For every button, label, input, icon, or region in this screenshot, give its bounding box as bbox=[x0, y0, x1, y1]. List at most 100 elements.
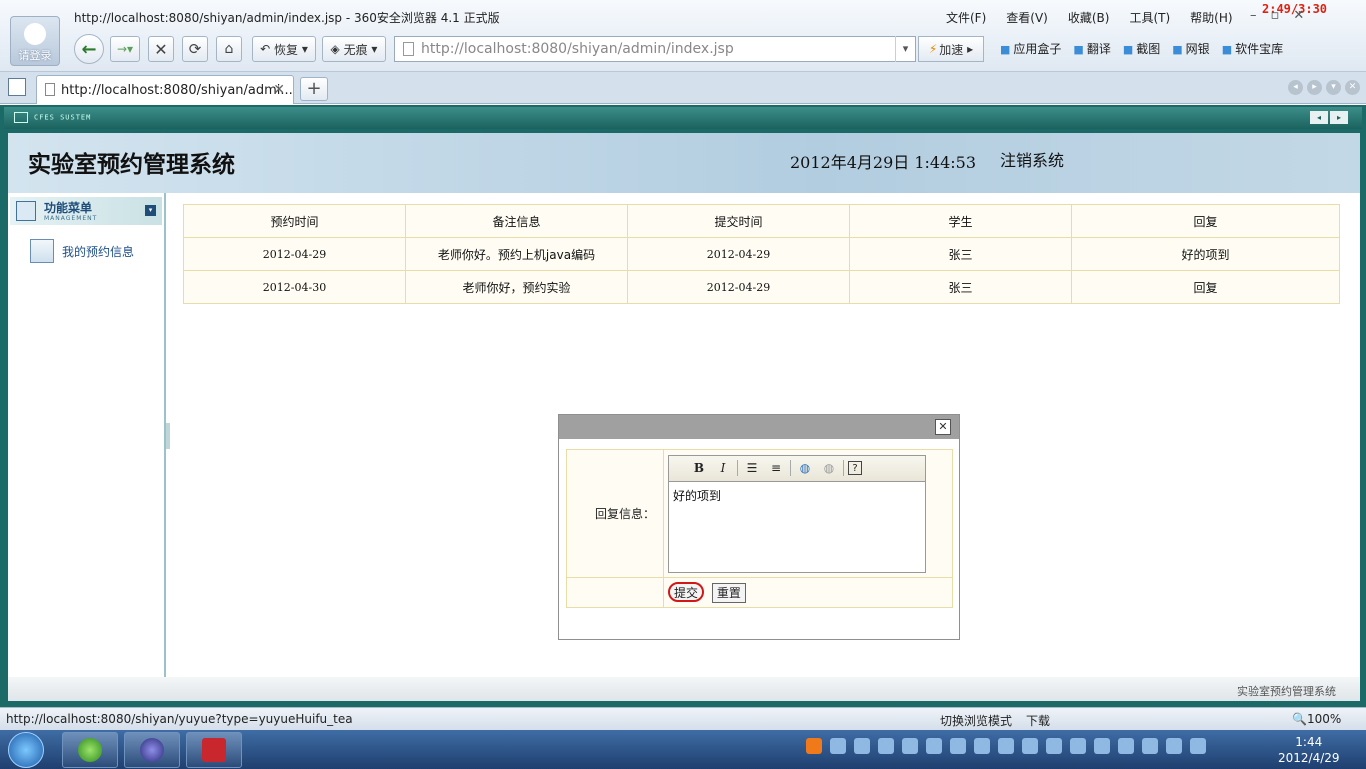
unordered-list-icon[interactable]: ≡ bbox=[766, 458, 786, 478]
tray-icon[interactable] bbox=[950, 738, 966, 754]
tab-strip: http://localhost:8080/shiyan/admi... ✕ +… bbox=[0, 72, 1366, 104]
status-url: http://localhost:8080/shiyan/yuyue?type=… bbox=[6, 712, 353, 726]
italic-icon[interactable]: I bbox=[713, 458, 733, 478]
tray-icon[interactable] bbox=[902, 738, 918, 754]
right-arrow-icon[interactable]: ▸ bbox=[1330, 111, 1348, 124]
tray-icon[interactable] bbox=[1118, 738, 1134, 754]
dialog-close-icon[interactable]: ✕ bbox=[935, 419, 951, 435]
traceless-button[interactable]: ◈ 无痕 ▾ bbox=[322, 36, 386, 62]
tray-icon[interactable] bbox=[1142, 738, 1158, 754]
login-label: 请登录 bbox=[18, 49, 52, 62]
download-button[interactable]: 下载 bbox=[1026, 712, 1050, 729]
speed-button[interactable]: ⚡ 加速 ▸ bbox=[918, 36, 984, 62]
tab-active[interactable]: http://localhost:8080/shiyan/admi... ✕ bbox=[36, 75, 294, 104]
toolbar-divider bbox=[843, 460, 844, 476]
arrow-left-icon: ← bbox=[81, 38, 97, 60]
tray-icon[interactable] bbox=[878, 738, 894, 754]
address-dropdown-icon[interactable]: ▾ bbox=[895, 36, 915, 62]
bank-button[interactable]: 网银 bbox=[1172, 40, 1210, 57]
submit-button[interactable]: 提交 bbox=[668, 582, 705, 602]
tab-prev-icon[interactable]: ◂ bbox=[1288, 80, 1303, 95]
reset-button[interactable]: 重置 bbox=[711, 583, 746, 603]
taskbar-clock[interactable]: 1:44 2012/4/29 bbox=[1278, 734, 1340, 766]
sidebar: 功能菜单 MANAGEMENT ▾ 我的预约信息 bbox=[8, 193, 166, 677]
app-box-button[interactable]: 应用盒子 bbox=[1000, 40, 1061, 57]
forward-button[interactable]: →▾ bbox=[110, 36, 140, 62]
screenshot-button[interactable]: 截图 bbox=[1123, 40, 1160, 57]
tray-icon[interactable] bbox=[1022, 738, 1038, 754]
app-header: 实验室预约管理系统 2012年4月29日 1:44:53 注销系统 bbox=[8, 133, 1360, 193]
user-icon bbox=[24, 23, 46, 45]
tab-next-icon[interactable]: ▸ bbox=[1307, 80, 1322, 95]
translate-button[interactable]: 翻译 bbox=[1073, 40, 1111, 57]
minimize-icon[interactable]: – bbox=[1250, 8, 1257, 23]
toolbar-divider bbox=[790, 460, 791, 476]
close-icon[interactable]: ✕ bbox=[1293, 8, 1304, 23]
reply-form: 回复信息： B I ☰ ≡ ◍ ◍ ? 好的项到 提交 重置 bbox=[566, 449, 953, 608]
system-brand: CFES SUSTEM bbox=[14, 112, 91, 123]
switch-mode-button[interactable]: 切换浏览模式 bbox=[940, 712, 1012, 729]
menu-file[interactable]: 文件(F) bbox=[946, 9, 986, 26]
volume-icon[interactable] bbox=[1190, 738, 1206, 754]
start-button[interactable] bbox=[8, 732, 44, 768]
home-button[interactable]: ⌂ bbox=[216, 36, 242, 62]
help-icon[interactable]: ? bbox=[848, 461, 862, 475]
bold-icon[interactable]: B bbox=[689, 458, 709, 478]
reply-link[interactable]: 回复 bbox=[1071, 270, 1340, 304]
tray-icon[interactable] bbox=[830, 738, 846, 754]
stop-button[interactable]: ✕ bbox=[148, 36, 174, 62]
page-title: 实验室预约管理系统 bbox=[28, 151, 235, 178]
tab-list-icon[interactable]: ▾ bbox=[1326, 80, 1341, 95]
status-tools: 切换浏览模式 下载 bbox=[940, 712, 1050, 729]
zoom-level[interactable]: 🔍100% bbox=[1292, 712, 1341, 726]
ordered-list-icon[interactable]: ☰ bbox=[742, 458, 762, 478]
left-arrow-icon[interactable]: ◂ bbox=[1310, 111, 1328, 124]
taskbar-toolbox[interactable] bbox=[186, 732, 242, 768]
remove-link-icon[interactable]: ◍ bbox=[819, 458, 839, 478]
menu-help[interactable]: 帮助(H) bbox=[1190, 9, 1232, 26]
tab-close-all-icon[interactable]: ✕ bbox=[1345, 80, 1360, 95]
software-store-button[interactable]: 软件宝库 bbox=[1222, 40, 1283, 57]
maximize-icon[interactable]: ▫ bbox=[1271, 8, 1280, 23]
sidebar-heading: 功能菜单 bbox=[44, 201, 93, 215]
refresh-button[interactable]: ⟳ bbox=[182, 36, 208, 62]
login-avatar[interactable]: 请登录 bbox=[10, 16, 60, 66]
eclipse-icon bbox=[140, 738, 164, 762]
tray-icon[interactable] bbox=[1046, 738, 1062, 754]
tray-icon[interactable] bbox=[998, 738, 1014, 754]
system-arrows: ◂ ▸ bbox=[1310, 111, 1348, 124]
sidebar-header: 功能菜单 MANAGEMENT ▾ bbox=[10, 197, 162, 225]
taskbar-eclipse[interactable] bbox=[124, 732, 180, 768]
address-bar[interactable]: http://localhost:8080/shiyan/admin/index… bbox=[394, 36, 916, 62]
app-footer: 实验室预约管理系统 bbox=[8, 677, 1360, 701]
insert-link-icon[interactable]: ◍ bbox=[795, 458, 815, 478]
editor-content[interactable]: 好的项到 bbox=[669, 482, 925, 509]
menu-view[interactable]: 查看(V) bbox=[1006, 9, 1048, 26]
tray-icon[interactable] bbox=[1166, 738, 1182, 754]
cell-reserve-time: 2012-04-30 bbox=[183, 270, 406, 304]
restore-button[interactable]: ↶ 恢复 ▾ bbox=[252, 36, 316, 62]
sidebar-toggle-icon[interactable] bbox=[8, 78, 26, 96]
back-button[interactable]: ← bbox=[74, 34, 104, 64]
tab-close-icon[interactable]: ✕ bbox=[273, 82, 285, 98]
input-method-icon[interactable] bbox=[806, 738, 822, 754]
menu-tools[interactable]: 工具(T) bbox=[1129, 9, 1170, 26]
windows-taskbar: 1:44 2012/4/29 bbox=[0, 730, 1366, 769]
stop-icon: ✕ bbox=[154, 39, 168, 59]
tray-icon[interactable] bbox=[1070, 738, 1086, 754]
sidebar-splitter[interactable] bbox=[166, 423, 170, 449]
home-icon: ⌂ bbox=[224, 41, 234, 57]
tray-icon[interactable] bbox=[974, 738, 990, 754]
collapse-icon[interactable]: ▾ bbox=[145, 205, 156, 216]
tray-icon[interactable] bbox=[1094, 738, 1110, 754]
menu-favorites[interactable]: 收藏(B) bbox=[1068, 9, 1110, 26]
tray-icon[interactable] bbox=[926, 738, 942, 754]
sidebar-item-my-reservations[interactable]: 我的预约信息 bbox=[30, 239, 134, 263]
current-datetime: 2012年4月29日 1:44:53 bbox=[790, 153, 977, 172]
new-tab-button[interactable]: + bbox=[300, 77, 328, 101]
logout-link[interactable]: 注销系统 bbox=[1000, 147, 1064, 171]
refresh-icon: ⟳ bbox=[188, 40, 202, 58]
browser-status-bar: http://localhost:8080/shiyan/yuyue?type=… bbox=[0, 707, 1366, 730]
taskbar-browser[interactable] bbox=[62, 732, 118, 768]
tray-icon[interactable] bbox=[854, 738, 870, 754]
